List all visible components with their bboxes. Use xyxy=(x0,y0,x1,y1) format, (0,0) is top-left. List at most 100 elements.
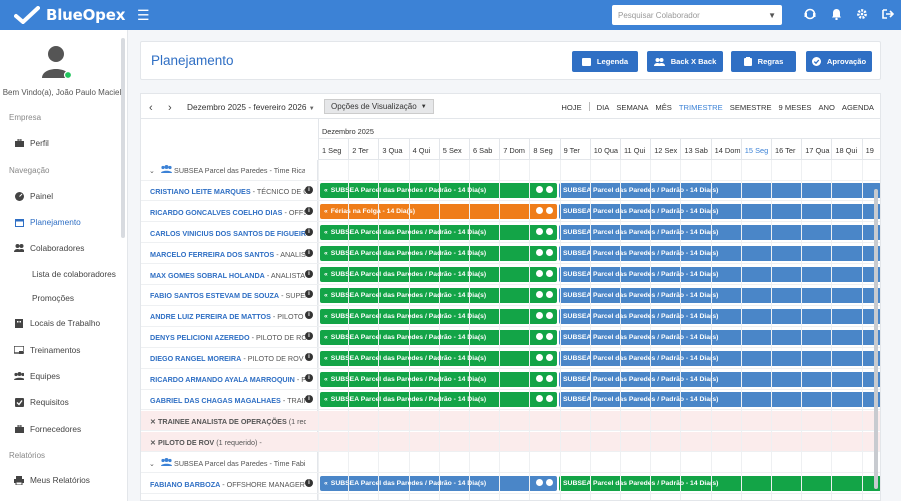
day-header[interactable]: 14 Dom xyxy=(710,139,741,160)
search-input[interactable] xyxy=(612,10,762,20)
collaborator-label[interactable]: GABRIEL DAS CHAGAS MAGALHAES - TRAINEE xyxy=(150,396,306,405)
info-icon[interactable]: i xyxy=(305,353,313,362)
info-icon[interactable] xyxy=(546,374,553,382)
day-header[interactable]: 2 Ter xyxy=(348,139,378,160)
info-icon[interactable] xyxy=(546,479,553,486)
menu-toggle-icon[interactable]: ☰ xyxy=(137,8,150,22)
sidebar-item-perfil[interactable]: Perfil xyxy=(14,137,49,149)
regras-button[interactable]: Regras xyxy=(731,51,796,72)
chevron-down-icon[interactable]: ⌄ xyxy=(149,166,155,175)
day-header[interactable]: 1 Seg xyxy=(318,139,348,160)
day-header[interactable]: 13 Sab xyxy=(680,139,710,160)
users-icon[interactable] xyxy=(536,249,543,257)
users-icon[interactable] xyxy=(536,186,543,194)
bell-icon[interactable] xyxy=(829,7,843,21)
sidebar-item-relatorios[interactable]: Meus Relatórios xyxy=(14,474,90,486)
day-header[interactable]: 16 Ter xyxy=(771,139,801,160)
info-icon[interactable] xyxy=(546,270,553,277)
info-icon[interactable]: i xyxy=(305,227,313,236)
sidebar-item-requisitos[interactable]: Requisitos xyxy=(14,396,69,408)
collaborator-name[interactable]: RICARDO ARMANDO AYALA MARROQUIN xyxy=(150,375,295,384)
collaborator-label[interactable]: CARLOS VINICIUS DOS SANTOS DE FIGUEIREDO… xyxy=(150,229,306,238)
day-header[interactable]: 12 Sex xyxy=(650,139,680,160)
day-header[interactable]: 19 xyxy=(861,139,880,160)
users-icon[interactable] xyxy=(536,395,543,403)
users-icon[interactable] xyxy=(536,374,543,382)
sidebar-item-promocoes[interactable]: Promoções xyxy=(32,292,74,304)
sidebar-item-treinamentos[interactable]: Treinamentos xyxy=(14,344,80,356)
group-label[interactable]: ⌄ SUBSEA Parcel das Paredes - Time Fabia… xyxy=(149,457,305,468)
sidebar-item-planejamento[interactable]: Planejamento xyxy=(14,216,81,228)
users-icon[interactable] xyxy=(536,353,543,361)
info-icon[interactable] xyxy=(546,332,553,340)
day-header[interactable]: 6 Sab xyxy=(469,139,499,160)
collaborator-label[interactable]: DENYS PELICIONI AZEREDO - PILOTO DE ROV xyxy=(150,333,306,342)
collaborator-label[interactable]: FABIO SANTOS ESTEVAM DE SOUZA - SUPERVIS… xyxy=(150,291,306,300)
close-icon[interactable]: ✕ xyxy=(150,417,158,426)
info-icon[interactable]: i xyxy=(305,206,313,215)
next-arrow-icon[interactable]: › xyxy=(168,102,172,114)
info-icon[interactable]: i xyxy=(305,269,313,278)
collaborator-name[interactable]: RICARDO GONCALVES COELHO DIAS xyxy=(150,208,282,217)
info-icon[interactable]: i xyxy=(305,374,313,382)
sidebar-item-equipes[interactable]: Equipes xyxy=(14,370,60,382)
info-icon[interactable]: i xyxy=(305,311,313,320)
users-icon[interactable] xyxy=(536,228,543,236)
day-header[interactable]: 3 Qua xyxy=(378,139,408,160)
backxback-button[interactable]: Back X Back xyxy=(647,51,723,72)
info-icon[interactable] xyxy=(546,186,553,194)
day-header[interactable]: 4 Qui xyxy=(408,139,439,160)
sidebar-item-colaboradores[interactable]: Colaboradores xyxy=(14,242,84,254)
collaborator-label[interactable]: MARCELO FERREIRA DOS SANTOS - ANALISTA D… xyxy=(150,250,306,259)
users-icon[interactable] xyxy=(536,311,543,319)
search-box[interactable]: ▼ xyxy=(612,5,782,25)
view-9-meses[interactable]: 9 MESES xyxy=(779,103,812,112)
view-agenda[interactable]: AGENDA xyxy=(842,103,874,112)
users-icon[interactable] xyxy=(536,479,543,486)
support-icon[interactable] xyxy=(803,7,817,21)
collaborator-label[interactable]: FABIANO BARBOZA - OFFSHORE MANAGER xyxy=(150,480,306,489)
info-icon[interactable] xyxy=(546,353,553,361)
view-dia[interactable]: DIA xyxy=(597,103,610,112)
users-icon[interactable] xyxy=(536,332,543,340)
collaborator-label[interactable]: CRISTIANO LEITE MARQUES - TÉCNICO DE OPE… xyxy=(150,187,306,196)
info-icon[interactable] xyxy=(546,228,553,236)
collaborator-label[interactable]: RICARDO ARMANDO AYALA MARROQUIN - PILOTO… xyxy=(150,375,306,384)
collaborator-name[interactable]: ANDRE LUIZ PEREIRA DE MATTOS xyxy=(150,312,271,321)
collaborator-name[interactable]: DIEGO RANGEL MOREIRA xyxy=(150,354,241,363)
collaborator-label[interactable]: MAX GOMES SOBRAL HOLANDA - ANALISTA DE O… xyxy=(150,271,306,280)
view-trimestre[interactable]: TRIMESTRE xyxy=(679,103,723,112)
info-icon[interactable] xyxy=(546,311,553,319)
info-icon[interactable] xyxy=(546,290,553,298)
legenda-button[interactable]: Legenda xyxy=(572,51,638,72)
day-header[interactable]: 10 Qua xyxy=(589,139,620,160)
collaborator-name[interactable]: MAX GOMES SOBRAL HOLANDA xyxy=(150,271,265,280)
avatar[interactable] xyxy=(40,44,73,80)
sidebar-item-painel[interactable]: Painel xyxy=(14,190,53,202)
day-header[interactable]: 18 Qui xyxy=(831,139,861,160)
day-header[interactable]: 7 Dom xyxy=(499,139,529,160)
day-header[interactable]: 9 Ter xyxy=(559,139,590,160)
sidebar-scrollbar[interactable] xyxy=(121,38,125,238)
day-header[interactable]: 15 Seg xyxy=(740,139,771,160)
info-icon[interactable] xyxy=(546,249,553,257)
day-header[interactable]: 17 Qua xyxy=(801,139,831,160)
date-range[interactable]: Dezembro 2025 - fevereiro 2026 ▼ xyxy=(187,102,315,112)
app-logo[interactable]: BlueOpex xyxy=(14,6,125,24)
prev-arrow-icon[interactable]: ‹ xyxy=(149,102,153,114)
sidebar-item-fornecedores[interactable]: Fornecedores xyxy=(14,423,81,435)
info-icon[interactable]: i xyxy=(305,394,313,403)
gear-icon[interactable] xyxy=(855,7,869,21)
view-options-dropdown[interactable]: Opções de Visualização ▼ xyxy=(324,99,434,114)
vertical-scrollbar[interactable] xyxy=(874,189,878,489)
users-icon[interactable] xyxy=(536,270,543,277)
collaborator-name[interactable]: FABIO SANTOS ESTEVAM DE SOUZA xyxy=(150,291,279,300)
info-icon[interactable]: i xyxy=(305,332,313,341)
info-icon[interactable] xyxy=(546,207,553,215)
info-icon[interactable]: i xyxy=(305,185,313,194)
users-icon[interactable] xyxy=(536,207,543,215)
group-label[interactable]: ⌄ SUBSEA Parcel das Paredes - Time Ricar… xyxy=(149,165,305,175)
view-semestre[interactable]: SEMESTRE xyxy=(730,103,772,112)
collaborator-label[interactable]: DIEGO RANGEL MOREIRA - PILOTO DE ROV xyxy=(150,354,306,363)
users-icon[interactable] xyxy=(536,290,543,298)
